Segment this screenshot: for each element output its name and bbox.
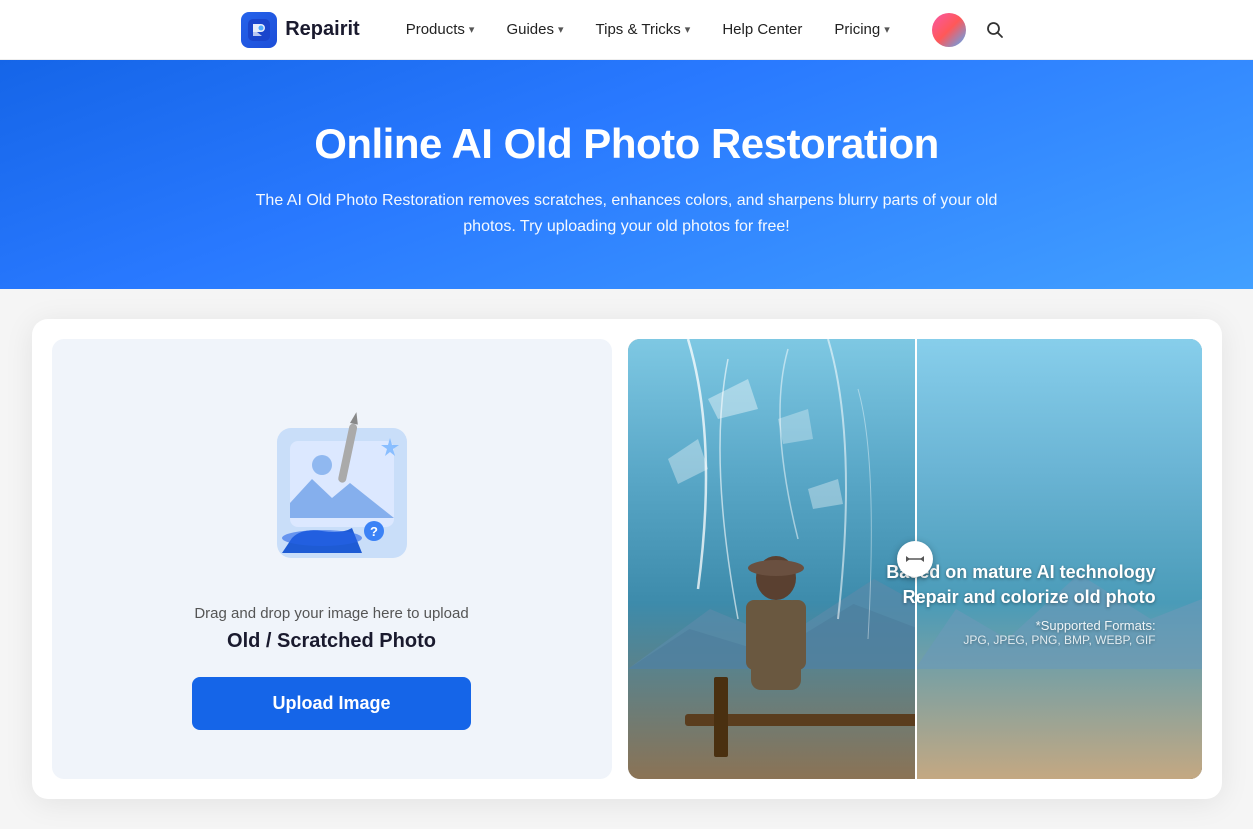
search-button[interactable] [978, 13, 1012, 47]
preview-formats-label: *Supported Formats: [886, 618, 1155, 633]
chevron-down-icon-tips: ▾ [685, 23, 691, 36]
logo-icon [241, 12, 277, 48]
user-avatar[interactable] [932, 13, 966, 47]
nav-inner: Repairit Products ▾ Guides ▾ Tips & Tric… [241, 12, 1012, 48]
nav-item-products[interactable]: Products ▾ [392, 13, 489, 46]
svg-text:?: ? [370, 524, 378, 539]
main-tool-card: ? Drag and drop your image here to uploa… [32, 319, 1222, 799]
hero-subtitle: The AI Old Photo Restoration removes scr… [247, 188, 1007, 239]
file-type-label: Old / Scratched Photo [227, 630, 436, 653]
chevron-down-icon: ▾ [469, 23, 475, 36]
hero-title: Online AI Old Photo Restoration [20, 120, 1233, 168]
nav-item-tips[interactable]: Tips & Tricks ▾ [582, 13, 705, 46]
logo-text: Repairit [285, 18, 359, 41]
navbar: Repairit Products ▾ Guides ▾ Tips & Tric… [0, 0, 1253, 60]
nav-item-guides[interactable]: Guides ▾ [492, 13, 577, 46]
nav-item-pricing[interactable]: Pricing ▾ [820, 13, 903, 46]
upload-image-button[interactable]: Upload Image [192, 677, 470, 730]
nav-items: Products ▾ Guides ▾ Tips & Tricks ▾ Help… [392, 13, 904, 46]
nav-label-guides: Guides [506, 21, 554, 38]
nav-label-products: Products [406, 21, 465, 38]
upload-illustration: ? [222, 383, 442, 583]
drag-arrows-icon [905, 552, 925, 566]
chevron-down-icon-guides: ▾ [558, 23, 564, 36]
upload-panel: ? Drag and drop your image here to uploa… [52, 339, 612, 779]
preview-info-overlay: Based on mature AI technology Repair and… [886, 560, 1155, 647]
drag-drop-text: Drag and drop your image here to upload [194, 605, 468, 622]
comparison-drag-handle[interactable] [897, 541, 933, 577]
nav-item-help[interactable]: Help Center [708, 13, 816, 46]
preview-formats-list: JPG, JPEG, PNG, BMP, WEBP, GIF [886, 633, 1155, 647]
logo-link[interactable]: Repairit [241, 12, 359, 48]
chevron-down-icon-pricing: ▾ [884, 23, 890, 36]
search-icon [985, 20, 1005, 40]
nav-actions [932, 13, 1012, 47]
person1-silhouette [731, 556, 821, 726]
nav-label-tips: Tips & Tricks [596, 21, 681, 38]
nav-label-pricing: Pricing [834, 21, 880, 38]
nav-label-help: Help Center [722, 21, 802, 38]
preview-panel: Based on mature AI technology Repair and… [628, 339, 1202, 779]
hero-section: Online AI Old Photo Restoration The AI O… [0, 60, 1253, 289]
bench-leg-left [714, 677, 728, 757]
